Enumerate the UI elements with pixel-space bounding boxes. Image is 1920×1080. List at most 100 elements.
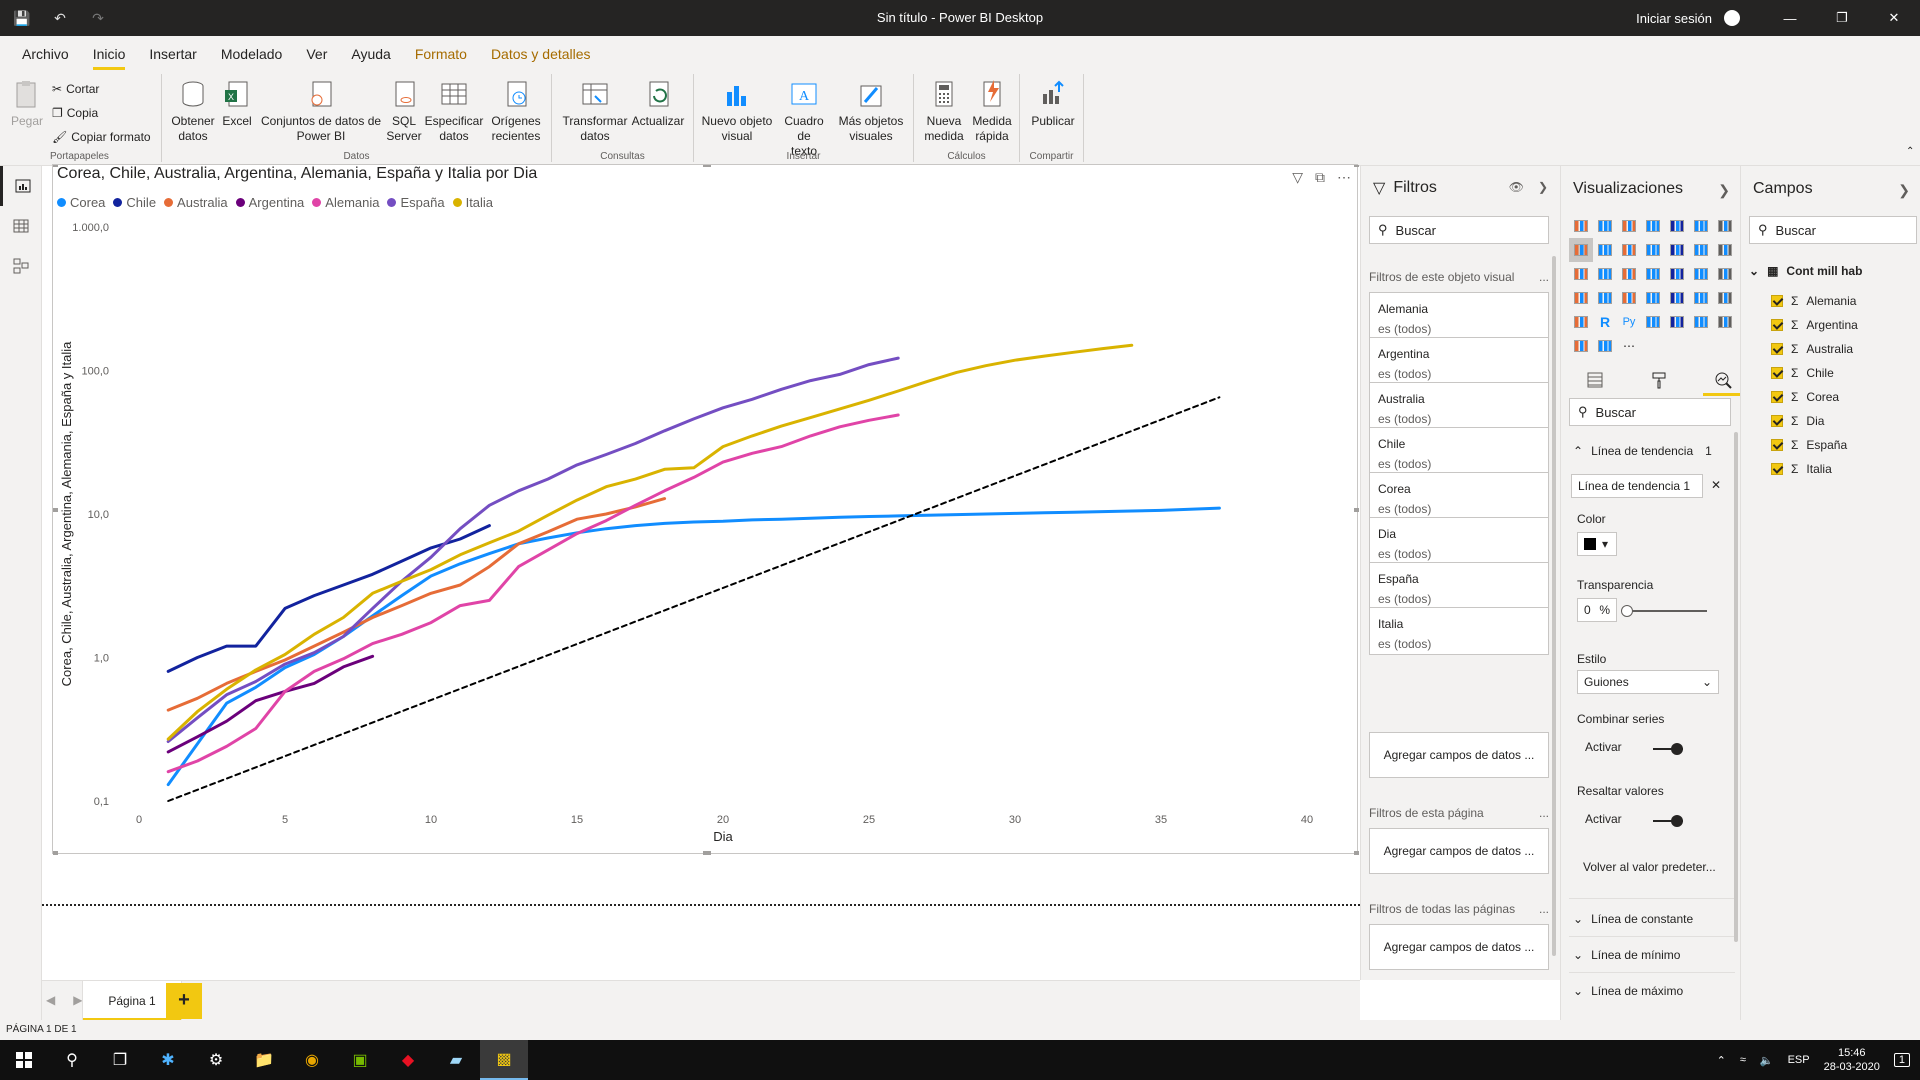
- multi-row-card-icon[interactable]: [1641, 286, 1665, 310]
- minimize-button[interactable]: —: [1764, 0, 1816, 36]
- checkbox-checked-icon[interactable]: [1771, 415, 1783, 427]
- arcgis-icon[interactable]: [1569, 334, 1593, 358]
- windows-start-icon[interactable]: [0, 1040, 48, 1080]
- refresh-button[interactable]: Actualizar: [630, 78, 686, 129]
- area-icon[interactable]: [1569, 238, 1593, 262]
- style-dropdown[interactable]: Guiones ⌄: [1577, 670, 1719, 694]
- cut-button[interactable]: ✂ Cortar: [52, 82, 99, 96]
- pie-icon[interactable]: [1617, 262, 1641, 286]
- excel-button[interactable]: X Excel: [220, 78, 254, 129]
- checkbox-checked-icon[interactable]: [1771, 295, 1783, 307]
- matrix-icon[interactable]: [1569, 310, 1593, 334]
- field-item[interactable]: Σ Argentina: [1771, 318, 1858, 332]
- clustered-column-icon[interactable]: [1641, 214, 1665, 238]
- checkbox-checked-icon[interactable]: [1771, 343, 1783, 355]
- ribbon-icon[interactable]: [1665, 238, 1689, 262]
- donut-icon[interactable]: [1641, 262, 1665, 286]
- tab-insertar[interactable]: Insertar: [137, 36, 208, 70]
- task-view-icon[interactable]: ❐: [96, 1040, 144, 1080]
- qa-icon[interactable]: [1689, 310, 1713, 334]
- funnel-icon[interactable]: [1569, 262, 1593, 286]
- filter-card[interactable]: Alemania es (todos): [1369, 292, 1549, 340]
- publish-button[interactable]: Publicar: [1026, 78, 1080, 129]
- checkbox-checked-icon[interactable]: [1771, 391, 1783, 403]
- save-icon[interactable]: 💾: [12, 8, 32, 28]
- steam-icon[interactable]: ⚙: [192, 1040, 240, 1080]
- tab-formato[interactable]: Formato: [403, 36, 479, 70]
- nvidia-icon[interactable]: ▣: [336, 1040, 384, 1080]
- checkbox-checked-icon[interactable]: [1771, 463, 1783, 475]
- fields-search-input[interactable]: ⚲ Buscar: [1749, 216, 1917, 244]
- collapse-filters-icon[interactable]: ❯: [1538, 180, 1548, 194]
- format-painter-button[interactable]: 🖌 Copiar formato: [52, 130, 151, 144]
- filled-map-icon[interactable]: [1713, 262, 1737, 286]
- avatar[interactable]: [1724, 10, 1740, 26]
- recent-sources-button[interactable]: Orígenes recientes: [486, 78, 546, 144]
- textbox-button[interactable]: A Cuadro de texto: [776, 78, 832, 159]
- notification-icon[interactable]: 1: [1893, 1053, 1910, 1067]
- game-app-icon[interactable]: ◆: [384, 1040, 432, 1080]
- filter-card[interactable]: Corea es (todos): [1369, 472, 1549, 520]
- collapse-ribbon-icon[interactable]: ⌃: [1906, 146, 1914, 157]
- undo-icon[interactable]: ↶: [50, 8, 70, 28]
- scatter-chart-icon[interactable]: [1593, 262, 1617, 286]
- shape-map-icon[interactable]: [1569, 286, 1593, 310]
- battlenet-icon[interactable]: ✱: [144, 1040, 192, 1080]
- trend-line-item[interactable]: Línea de tendencia 1: [1571, 474, 1703, 498]
- tab-ayuda[interactable]: Ayuda: [339, 36, 402, 70]
- field-item[interactable]: Σ Dia: [1771, 414, 1824, 428]
- combine-series-toggle[interactable]: [1653, 743, 1683, 755]
- waterfall-icon[interactable]: [1689, 238, 1713, 262]
- signin-link[interactable]: Iniciar sesión: [1636, 11, 1712, 26]
- smart-narrative-icon[interactable]: [1713, 310, 1737, 334]
- collapse-viz-icon[interactable]: ❯: [1718, 182, 1730, 199]
- add-all-filter-button[interactable]: Agregar campos de datos ...: [1369, 924, 1549, 970]
- scatter-icon[interactable]: [1713, 238, 1737, 262]
- filters-search-input[interactable]: ⚲ Buscar: [1369, 216, 1549, 244]
- constant-line-section[interactable]: ⌄ Línea de constante: [1569, 912, 1735, 926]
- highlight-values-toggle[interactable]: [1653, 815, 1683, 827]
- decomposition-icon[interactable]: [1665, 310, 1689, 334]
- add-visual-filter-button[interactable]: Agregar campos de datos ...: [1369, 732, 1549, 778]
- tab-inicio[interactable]: Inicio: [81, 36, 138, 70]
- field-item[interactable]: Σ Corea: [1771, 390, 1839, 404]
- prev-page-icon[interactable]: ◀: [46, 993, 55, 1007]
- analytics-tab[interactable]: [1703, 366, 1743, 396]
- clock[interactable]: 15:46 28-03-2020: [1824, 1046, 1880, 1074]
- key-influencers-icon[interactable]: [1641, 310, 1665, 334]
- table-icon[interactable]: [1713, 286, 1737, 310]
- collapse-fields-icon[interactable]: ❯: [1898, 182, 1910, 199]
- tab-ver[interactable]: Ver: [294, 36, 339, 70]
- field-item[interactable]: Σ España: [1771, 438, 1847, 452]
- filter-card[interactable]: Argentina es (todos): [1369, 337, 1549, 385]
- filter-card[interactable]: Italia es (todos): [1369, 607, 1549, 655]
- transform-data-button[interactable]: Transformar datos: [562, 78, 628, 144]
- power-apps-icon[interactable]: [1593, 334, 1617, 358]
- 100-bar-icon[interactable]: [1665, 214, 1689, 238]
- filter-card[interactable]: Chile es (todos): [1369, 427, 1549, 475]
- sql-server-button[interactable]: SQL Server: [386, 78, 422, 144]
- reset-default-link[interactable]: Volver al valor predeter...: [1583, 860, 1716, 874]
- filter-card[interactable]: Dia es (todos): [1369, 517, 1549, 565]
- kpi-icon[interactable]: [1665, 286, 1689, 310]
- eye-icon[interactable]: 👁: [1509, 180, 1524, 194]
- get-data-button[interactable]: Obtener datos: [170, 78, 216, 144]
- field-item[interactable]: Σ Australia: [1771, 342, 1853, 356]
- restore-button[interactable]: ❐: [1816, 0, 1868, 36]
- wifi-icon[interactable]: ≈: [1740, 1054, 1746, 1066]
- slicer-icon[interactable]: [1689, 286, 1713, 310]
- field-item[interactable]: Σ Alemania: [1771, 294, 1856, 308]
- filter-card[interactable]: España es (todos): [1369, 562, 1549, 610]
- chevron-up-icon[interactable]: ⌃: [1717, 1054, 1726, 1067]
- clustered-bar-icon[interactable]: [1617, 214, 1641, 238]
- field-item[interactable]: Σ Chile: [1771, 366, 1834, 380]
- map-icon[interactable]: [1689, 262, 1713, 286]
- model-view-icon[interactable]: [0, 246, 42, 286]
- filters-all-more[interactable]: ...: [1539, 902, 1549, 916]
- filter-card[interactable]: Australia es (todos): [1369, 382, 1549, 430]
- filters-visual-more[interactable]: ...: [1539, 270, 1549, 284]
- enter-data-button[interactable]: Especificar datos: [424, 78, 484, 144]
- treemap-icon[interactable]: [1665, 262, 1689, 286]
- tab-datos-detalles[interactable]: Datos y detalles: [479, 36, 603, 70]
- checkbox-checked-icon[interactable]: [1771, 319, 1783, 331]
